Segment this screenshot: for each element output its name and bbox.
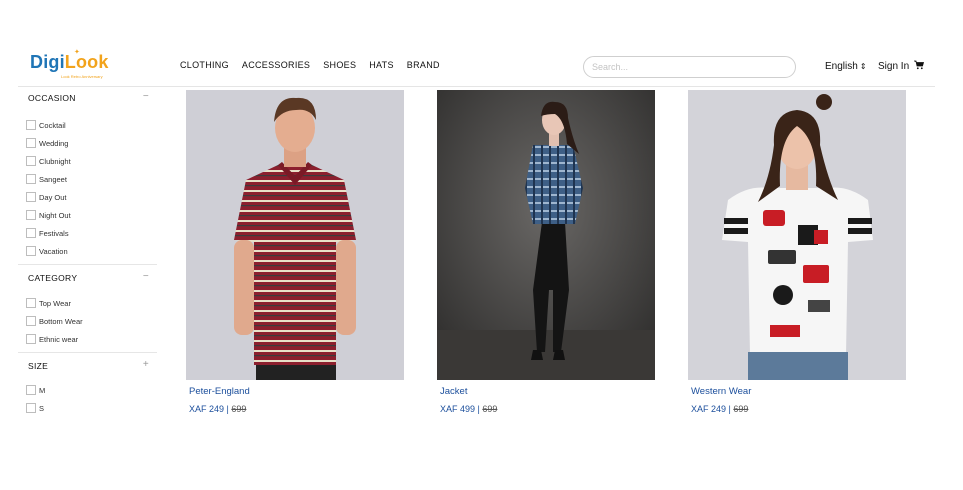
option-label: Bottom Wear <box>39 316 83 326</box>
option-label: Top Wear <box>39 298 71 308</box>
option-label: Night Out <box>39 210 71 220</box>
checkbox[interactable] <box>26 316 36 326</box>
filter-option[interactable]: S <box>18 399 157 417</box>
filter-option[interactable]: Clubnight <box>18 152 157 170</box>
collapse-icon[interactable]: − <box>143 91 149 102</box>
option-label: Clubnight <box>39 156 71 166</box>
language-label: English <box>825 61 858 72</box>
product-card[interactable]: Peter-England XAF 249 | 699 <box>186 90 404 414</box>
option-label: Festivals <box>39 228 69 238</box>
product-price: XAF 249 | 699 <box>189 404 246 414</box>
filter-section-occasion: OCCASION − Cocktail Wedding Clubnight Sa… <box>18 87 157 265</box>
collapse-icon[interactable]: − <box>143 271 149 282</box>
original-price: 699 <box>231 404 247 414</box>
option-label: Ethnic wear <box>39 334 79 344</box>
product-image-jacket[interactable] <box>437 90 655 380</box>
current-price: XAF 499 | <box>440 404 483 414</box>
checkbox[interactable] <box>26 210 36 220</box>
checkbox[interactable] <box>26 174 36 184</box>
filter-sidebar: OCCASION − Cocktail Wedding Clubnight Sa… <box>18 87 157 421</box>
logo-part2: Look <box>64 52 109 72</box>
nav-clothing[interactable]: CLOTHING <box>180 60 229 70</box>
product-price: XAF 499 | 699 <box>440 404 497 414</box>
filter-option[interactable]: Ethnic wear <box>18 330 157 348</box>
filter-section-size: SIZE + M S <box>18 353 157 421</box>
product-card[interactable]: Jacket XAF 499 | 699 <box>437 90 655 414</box>
current-price: XAF 249 | <box>691 404 734 414</box>
checkbox[interactable] <box>26 385 36 395</box>
checkbox[interactable] <box>26 138 36 148</box>
checkbox[interactable] <box>26 156 36 166</box>
filter-header-category[interactable]: CATEGORY − <box>18 265 157 291</box>
nav-accessories[interactable]: ACCESSORIES <box>242 60 310 70</box>
current-price: XAF 249 | <box>189 404 232 414</box>
filter-option[interactable]: Wedding <box>18 134 157 152</box>
cart-icon[interactable] <box>914 60 924 70</box>
checkbox[interactable] <box>26 192 36 202</box>
product-name[interactable]: Jacket <box>440 386 467 397</box>
checkbox[interactable] <box>26 298 36 308</box>
checkbox[interactable] <box>26 228 36 238</box>
option-label: Wedding <box>39 138 69 148</box>
option-label: Vacation <box>39 246 68 256</box>
product-card[interactable]: Western Wear XAF 249 | 699 <box>688 90 906 414</box>
language-selector[interactable]: English ⇕ <box>825 61 867 72</box>
nav-hats[interactable]: HATS <box>369 60 394 70</box>
filter-header-size[interactable]: SIZE + <box>18 353 157 379</box>
product-image-man-polo[interactable] <box>186 90 404 380</box>
option-label: M <box>39 385 46 395</box>
main-nav: CLOTHING ACCESSORIES SHOES HATS BRAND <box>180 60 440 70</box>
original-price: 699 <box>482 404 498 414</box>
filter-option[interactable]: M <box>18 381 157 399</box>
logo-part1: Digi <box>30 52 65 72</box>
checkbox[interactable] <box>26 403 36 413</box>
option-label: Sangeet <box>39 174 67 184</box>
expand-icon[interactable]: + <box>143 359 149 370</box>
filter-title: SIZE <box>28 361 49 371</box>
option-label: Cocktail <box>39 120 66 130</box>
option-label: Day Out <box>39 192 67 202</box>
filter-option[interactable]: Cocktail <box>18 116 157 134</box>
original-price: 699 <box>733 404 749 414</box>
nav-brand[interactable]: BRAND <box>407 60 440 70</box>
filter-option[interactable]: Sangeet <box>18 170 157 188</box>
filter-option[interactable]: Top Wear <box>18 294 157 312</box>
product-name[interactable]: Peter-England <box>189 386 250 397</box>
checkbox[interactable] <box>26 120 36 130</box>
nav-shoes[interactable]: SHOES <box>323 60 356 70</box>
product-name[interactable]: Western Wear <box>691 386 751 397</box>
product-price: XAF 249 | 699 <box>691 404 748 414</box>
top-header: ✦ DigiLook Look Retro Anniversary CLOTHI… <box>0 48 963 88</box>
logo-tagline: Look Retro Anniversary <box>61 74 103 79</box>
option-label: S <box>39 403 45 413</box>
filter-header-occasion[interactable]: OCCASION − <box>18 87 157 109</box>
logo-text: DigiLook <box>30 52 109 73</box>
product-image-western-wear[interactable] <box>688 90 906 380</box>
filter-option[interactable]: Festivals <box>18 224 157 242</box>
search-input[interactable] <box>583 56 796 78</box>
checkbox[interactable] <box>26 246 36 256</box>
woman-plaid-shirt-photo <box>437 90 655 380</box>
woman-graphic-tee-photo <box>688 90 906 380</box>
checkbox[interactable] <box>26 334 36 344</box>
man-striped-polo-photo <box>186 90 404 380</box>
brand-logo[interactable]: ✦ DigiLook Look Retro Anniversary <box>30 49 110 82</box>
sign-in-link[interactable]: Sign In <box>878 61 909 72</box>
filter-title: OCCASION <box>28 93 76 103</box>
filter-option[interactable]: Day Out <box>18 188 157 206</box>
filter-title: CATEGORY <box>28 273 78 283</box>
sort-arrows-icon: ⇕ <box>859 62 867 71</box>
filter-option[interactable]: Bottom Wear <box>18 312 157 330</box>
filter-option[interactable]: Night Out <box>18 206 157 224</box>
filter-option[interactable]: Vacation <box>18 242 157 260</box>
filter-section-category: CATEGORY − Top Wear Bottom Wear Ethnic w… <box>18 265 157 353</box>
